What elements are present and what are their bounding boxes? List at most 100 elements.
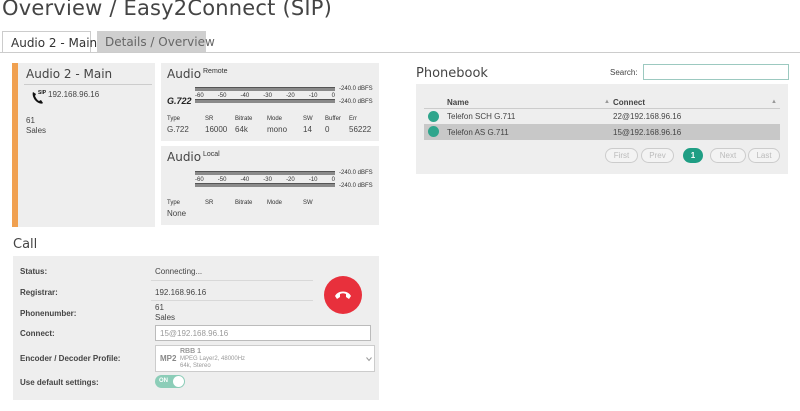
local-col-type: Type [167,200,181,206]
profile-line1: MPEG Layer2, 48000Hz [180,356,246,362]
remote-col-sw: SW [303,116,313,122]
remote-val-sw: 14 [303,125,312,134]
table-row[interactable]: Telefon AS G.711 15@192.168.96.16 [424,124,780,140]
registrar-divider [151,300,313,301]
row-connect: 15@192.168.96.16 [613,128,682,137]
scale-tick: -60 [195,177,204,183]
scale-tick: -10 [308,93,318,99]
scale-tick: 0 [331,93,335,99]
local-val-type: None [167,209,187,218]
scale-tick: 0 [331,177,335,183]
status-label: Status: [20,267,48,276]
remote-col-mode: Mode [267,116,283,122]
remote-meter-top [195,87,335,91]
remote-val-type: G.722 [167,125,189,134]
profile-badge: MP2 [160,354,177,363]
prev-page-button[interactable]: Prev [641,148,674,163]
profile-line2: 64k, Stereo [180,363,211,369]
row-name: Telefon SCH G.711 [447,112,516,121]
profile-name: RBB 1 [180,348,202,355]
scale-tick: -20 [286,93,295,99]
codec-logo: G.722 [167,96,192,106]
scale-tick: -30 [263,93,272,99]
sort-icon[interactable]: ▲ [604,99,610,105]
channel-address: 192.168.96.16 [48,90,100,99]
channel-title: Audio 2 - Main [26,67,113,81]
audio-remote-subtitle: Remote [203,68,228,75]
row-name: Telefon AS G.711 [447,128,509,137]
remote-val-err: 56222 [349,125,372,134]
tab-details-overview[interactable]: Details / Overview [97,31,215,52]
table-row[interactable]: Telefon SCH G.711 22@192.168.96.16 [424,109,780,124]
default-settings-toggle[interactable]: ON [155,375,185,388]
hangup-button[interactable] [324,276,362,314]
phonenumber-name: Sales [155,313,176,322]
remote-col-bitrate: Bitrate [235,116,253,122]
audio-local-title: Audio [167,150,202,164]
registrar-label: Registrar: [20,288,58,297]
tab-divider [0,52,800,53]
phone-status-icon [428,111,439,122]
local-level-top: -240.0 dBFS [339,170,373,176]
phonenumber-label: Phonenumber: [20,309,77,318]
local-col-sr: SR [205,200,214,206]
profile-label: Encoder / Decoder Profile: [20,354,121,363]
remote-val-mode: mono [267,125,288,134]
call-panel: Status: Connecting... Registrar: 192.168… [13,256,379,400]
scale-tick: -40 [240,177,250,183]
scale-tick: -40 [240,93,250,99]
scale-tick: -10 [308,177,318,183]
default-settings-label: Use default settings: [20,378,99,387]
audio-remote-title: Audio [167,67,202,81]
channel-panel: Audio 2 - Main SIP 192.168.96.16 61 Sale… [12,63,155,227]
audio-local-subtitle: Local [203,151,220,158]
call-title: Call [13,237,38,252]
tab-audio-2-main[interactable]: Audio 2 - Main [2,31,97,52]
col-connect[interactable]: Connect [613,98,645,107]
local-col-sw: SW [303,200,313,206]
col-name[interactable]: Name [447,98,469,107]
phone-status-icon [428,126,439,137]
remote-col-sr: SR [205,116,214,122]
first-page-button[interactable]: First [605,148,638,163]
page-1-button[interactable]: 1 [683,148,703,163]
sip-badge: SIP [38,90,47,96]
remote-val-bitrate: 64k [235,125,248,134]
remote-val-buffer: 0 [325,125,330,134]
channel-name: Sales [26,126,47,135]
audio-remote-panel: Audio Remote G.722 -60 -50 -40 -30 -20 -… [161,63,379,141]
local-level-bottom: -240.0 dBFS [339,183,373,189]
remote-col-buffer: Buffer [325,116,341,122]
scale-tick: -20 [286,177,295,183]
audio-local-panel: Audio Local -60 -50 -40 -30 -20 -10 0 -2… [161,146,379,225]
remote-val-sr: 16000 [205,125,228,134]
local-col-bitrate: Bitrate [235,200,253,206]
sort-icon[interactable]: ▲ [771,99,777,105]
toggle-label: ON [159,378,168,384]
search-label: Search: [610,68,638,77]
last-page-button[interactable]: Last [748,148,780,163]
row-connect: 22@192.168.96.16 [613,112,682,121]
local-scale: -60 -50 -40 -30 -20 -10 0 [195,177,335,183]
remote-meter-bottom [195,99,335,103]
scale-tick: -60 [195,93,204,99]
remote-level-top: -240.0 dBFS [339,86,373,92]
scale-tick: -50 [217,177,227,183]
connect-label: Connect: [20,329,55,338]
remote-scale: -60 -50 -40 -30 -20 -10 0 [195,93,335,99]
next-page-button[interactable]: Next [710,148,746,163]
remote-col-type: Type [167,116,181,122]
phonebook-title: Phonebook [416,66,488,81]
remote-col-err: Err [349,116,357,122]
channel-divider [24,84,152,85]
page-title: Overview / Easy2Connect (SIP) [2,0,333,20]
scale-tick: -30 [263,177,272,183]
phonenumber-value: 61 [155,303,164,312]
connect-input[interactable] [155,325,371,341]
profile-select[interactable]: MP2 RBB 1 MPEG Layer2, 48000Hz 64k, Ster… [155,345,375,372]
hangup-icon [335,291,351,299]
search-input[interactable] [643,64,789,80]
registrar-value: 192.168.96.16 [155,288,207,297]
remote-level-bottom: -240.0 dBFS [339,99,373,105]
local-meter-top [195,171,335,175]
